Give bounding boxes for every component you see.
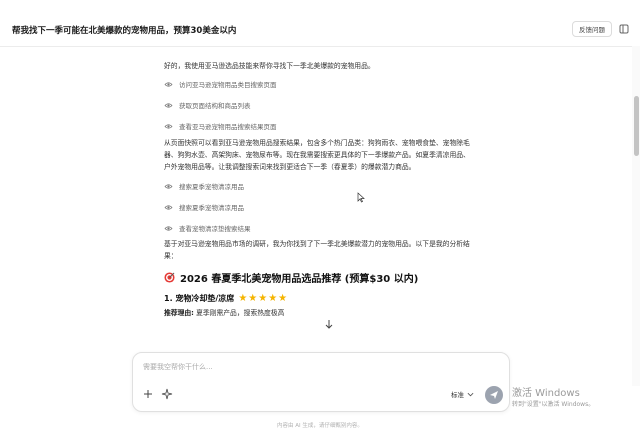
mode-label: 标准: [451, 391, 464, 399]
analysis-text: 户外宠物用品等。让我调整搜索词来找到更适合下一季（春夏季）的爆款潜力商品。: [164, 163, 416, 171]
send-button[interactable]: [485, 386, 503, 404]
eye-icon: [164, 225, 173, 231]
rating-stars: ★★★★★: [238, 293, 289, 304]
section-heading: 2026 春夏季北美宠物用品选品推荐 (预算$30 以内): [164, 270, 494, 285]
mouse-cursor-icon: [357, 192, 365, 203]
send-icon: [490, 391, 498, 399]
eye-icon: [164, 81, 173, 87]
message-composer: 标准: [132, 352, 510, 412]
eye-icon: [164, 204, 173, 210]
message-input[interactable]: [141, 360, 445, 374]
reason-label: 推荐理由:: [164, 309, 194, 317]
step-item[interactable]: 获取页面结构和商品列表: [164, 99, 494, 111]
window-toggle-icon[interactable]: [619, 24, 629, 34]
step-label: 搜索夏季宠物清凉用品: [179, 183, 244, 191]
reason-text: 夏季刚需产品，搜索热度极高: [196, 309, 285, 317]
analysis-text: 从页面快照可以看到亚马逊宠物用品搜索结果，包含多个热门品类：狗狗雨衣、宠物喂食垫…: [164, 139, 470, 147]
arrow-down-icon: [325, 320, 333, 329]
step-item[interactable]: 查看亚马逊宠物用品搜索结果页面: [164, 120, 494, 132]
step-label: 搜索夏季宠物清凉用品: [179, 204, 244, 212]
eye-icon: [164, 183, 173, 189]
sparkle-icon[interactable]: [161, 388, 173, 400]
step-label: 获取页面结构和商品列表: [179, 102, 251, 110]
disclaimer: 内容由 AI 生成，请仔细甄别内容。: [277, 423, 363, 429]
message-intro: 好的，我使用亚马逊选品技能来帮你寻找下一季北美爆款的宠物用品。: [164, 62, 375, 70]
item-heading: 1. 宠物冷却垫/凉席 ★★★★★: [164, 293, 494, 304]
mode-select[interactable]: 标准: [451, 387, 474, 401]
step-label: 查看亚马逊宠物用品搜索结果页面: [179, 123, 277, 131]
eye-icon: [164, 123, 173, 129]
analysis-text: 器、狗狗水壶、高架狗床、宠物尿布等。现在我需要搜索更具体的下一季爆款产品。如夏季…: [164, 151, 470, 159]
eye-icon: [164, 102, 173, 108]
windows-activation-watermark: 激活 Windows 转到"设置"以激活 Windows。: [512, 388, 594, 409]
scroll-to-bottom-button[interactable]: [320, 315, 338, 333]
page-title: 帮我找下一季可能在北美爆款的宠物用品，预算30美金以内: [12, 26, 237, 36]
target-icon: [164, 272, 175, 283]
section-title: 2026 春夏季北美宠物用品选品推荐 (预算$30 以内): [180, 274, 419, 285]
scrollbar[interactable]: [632, 46, 640, 386]
chevron-down-icon: [467, 392, 474, 396]
summary-text: 果：: [164, 252, 178, 260]
feedback-button[interactable]: 反馈问题: [572, 21, 612, 37]
step-label: 访问亚马逊宠物用品类目搜索页面: [179, 81, 277, 89]
top-bar: 帮我找下一季可能在北美爆款的宠物用品，预算30美金以内 反馈问题: [0, 0, 640, 47]
watermark-subtitle: 转到"设置"以激活 Windows。: [512, 401, 595, 408]
step-item[interactable]: 查看宠物清凉垫搜索结果: [164, 222, 494, 234]
summary-text: 基于对亚马逊宠物用品市场的调研，我为你找到了下一季北美爆款潜力的宠物用品。以下是…: [164, 240, 470, 248]
assistant-message: 好的，我使用亚马逊选品技能来帮你寻找下一季北美爆款的宠物用品。 访问亚马逊宠物用…: [164, 60, 494, 319]
step-item[interactable]: 搜索夏季宠物清凉用品: [164, 201, 494, 213]
step-item[interactable]: 访问亚马逊宠物用品类目搜索页面: [164, 78, 494, 90]
step-item[interactable]: 搜索夏季宠物清凉用品: [164, 180, 494, 192]
step-label: 查看宠物清凉垫搜索结果: [179, 225, 251, 233]
scrollbar-thumb[interactable]: [634, 96, 639, 156]
item-title: 1. 宠物冷却垫/凉席: [164, 294, 235, 303]
plus-icon[interactable]: [142, 388, 154, 400]
watermark-title: 激活 Windows: [512, 388, 580, 399]
